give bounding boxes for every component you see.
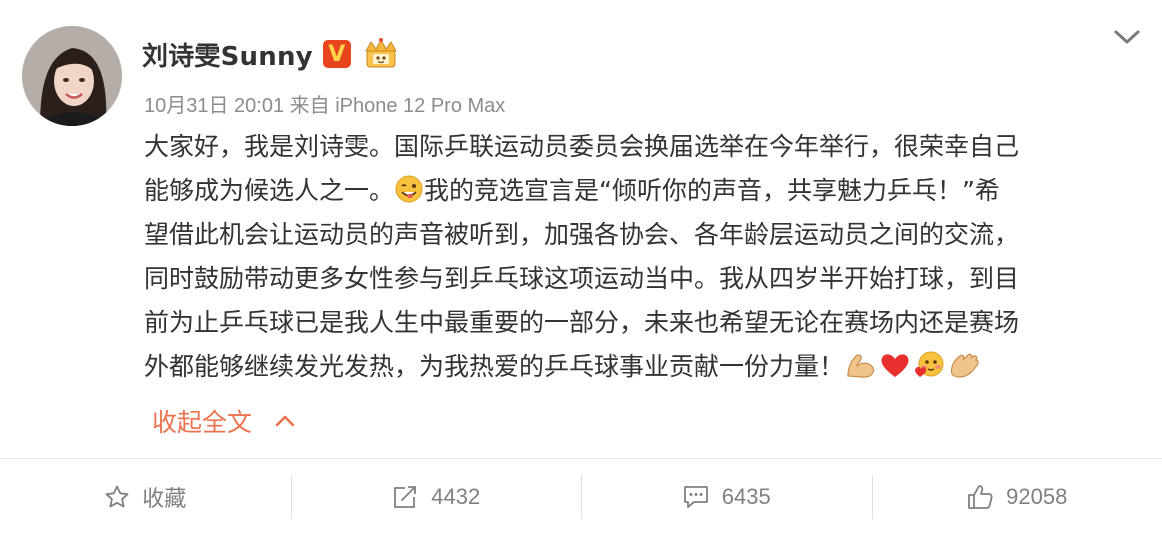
collapse-full-text-button[interactable]: 收起全文 xyxy=(152,401,296,441)
repost-count: 4432 xyxy=(431,483,481,509)
chevron-up-icon xyxy=(275,415,295,427)
content-line: 同时鼓励带动更多女性参与到乒乓球这项运动当中。我从四岁半开始打球，到目 xyxy=(144,264,1020,293)
avatar-image xyxy=(22,26,122,126)
collapse-label: 收起全文 xyxy=(152,408,253,437)
like-count: 92058 xyxy=(1006,483,1068,509)
content-text: 能够成为候选人之一。 xyxy=(144,176,395,205)
post-meta: 10月31日 20:01 来自 iPhone 12 Pro Max xyxy=(144,95,506,117)
post-content: 大家好，我是刘诗雯。国际乒联运动员委员会换届选举在今年举行，很荣幸自己 能够成为… xyxy=(144,125,1144,389)
content-line: 前为止乒乓球已是我人生中最重要的一部分，未来也希望无论在赛场内还是赛场 xyxy=(144,308,1020,337)
star-icon xyxy=(105,485,129,507)
author-row: 刘诗雯Sunny V xyxy=(142,36,401,72)
clap-emoji-icon xyxy=(950,353,979,378)
repost-button[interactable]: 4432 xyxy=(290,459,582,534)
content-text: 我的竞选宣言是“倾听你的声音，共享魅力乒乓！”希 xyxy=(424,176,1000,205)
thumbs-up-icon xyxy=(968,484,993,509)
repost-icon xyxy=(394,485,417,508)
wink-emoji-icon xyxy=(395,175,423,203)
author-name[interactable]: 刘诗雯Sunny xyxy=(142,36,313,73)
favorite-label: 收藏 xyxy=(142,485,187,511)
content-text: 外都能够继续发光发热，为我热爱的乒乓球事业贡献一份力量！ xyxy=(144,352,845,381)
comment-icon xyxy=(683,485,708,508)
comment-button[interactable]: 6435 xyxy=(581,459,872,534)
blush-emoji-icon xyxy=(915,351,944,377)
verified-badge: V xyxy=(322,40,351,68)
content-line: 能够成为候选人之一。 我的竞选宣言是“倾听你的声音，共享魅力乒乓！”希 xyxy=(144,169,1144,213)
action-bar: 收藏 4432 6435 92058 xyxy=(0,459,1162,534)
weibo-post-card: 刘诗雯Sunny V 10月31日 20:01 来自 iPhone 12 Pro… xyxy=(0,0,1162,534)
chevron-down-icon[interactable] xyxy=(1112,26,1142,48)
crown-badge-icon xyxy=(364,38,397,68)
muscle-emoji-icon xyxy=(847,354,875,378)
like-button[interactable]: 92058 xyxy=(871,459,1162,534)
favorite-button[interactable]: 收藏 xyxy=(0,459,291,534)
avatar[interactable] xyxy=(22,26,122,126)
comment-count: 6435 xyxy=(721,483,771,509)
content-line: 外都能够继续发光发热，为我热爱的乒乓球事业贡献一份力量！ xyxy=(144,345,1144,389)
content-line: 大家好，我是刘诗雯。国际乒联运动员委员会换届选举在今年举行，很荣幸自己 xyxy=(144,132,1020,161)
content-line: 望借此机会让运动员的声音被听到，加强各协会、各年龄层运动员之间的交流， xyxy=(144,220,1020,249)
heart-emoji-icon xyxy=(881,354,909,377)
